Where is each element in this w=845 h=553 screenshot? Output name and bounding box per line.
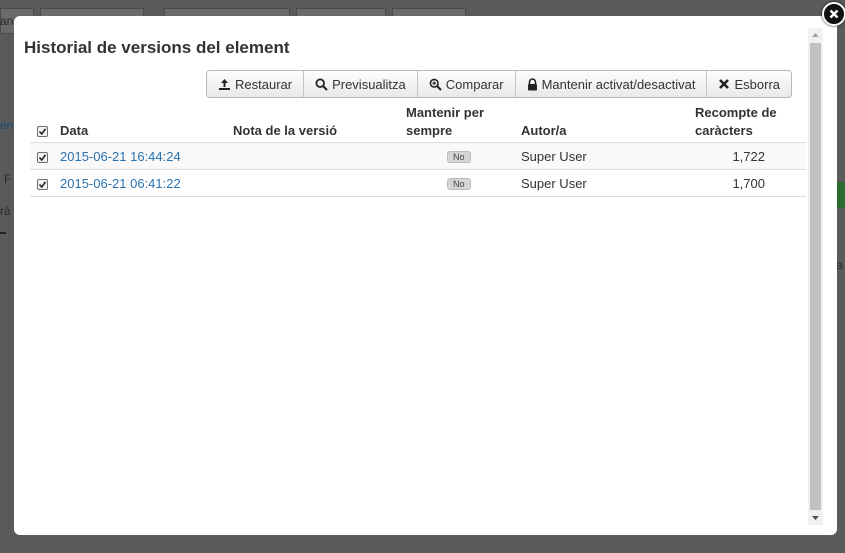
zoom-in-icon <box>429 78 442 91</box>
header-note: Nota de la versió <box>233 123 338 138</box>
table-header: Data Nota de la versió Mantenir per semp… <box>30 102 806 143</box>
header-date[interactable]: Data <box>60 122 88 140</box>
compare-label: Comparar <box>445 76 504 92</box>
version-author: Super User <box>521 176 587 191</box>
delete-label: Esborra <box>734 76 781 92</box>
checkmark-icon <box>38 154 47 162</box>
bg-text: a <box>836 258 843 272</box>
modal-title: Historial de versions del element <box>24 38 290 57</box>
modal-content: Historial de versions del element Restau… <box>14 16 806 535</box>
version-char-count: 1,722 <box>732 149 765 164</box>
toolbar: Restaurar Previsualitza Comparar Manteni… <box>206 70 793 98</box>
version-char-count: 1,700 <box>732 176 765 191</box>
version-date-link[interactable]: 2015-06-21 06:41:22 <box>60 175 181 192</box>
keep-forever-badge[interactable]: No <box>447 178 471 190</box>
keep-toggle-label: Mantenir activat/desactivat <box>541 76 696 92</box>
lock-icon <box>527 77 538 91</box>
restore-button[interactable]: Restaurar <box>207 71 305 97</box>
row-checkbox[interactable] <box>37 179 48 190</box>
header-keep-line1: Mantenir per <box>406 105 485 120</box>
scrollbar-thumb[interactable] <box>810 43 821 510</box>
bg-text: F <box>4 172 12 186</box>
delete-button[interactable]: Esborra <box>707 71 791 97</box>
upload-icon <box>218 78 231 91</box>
header-chars: Recompte de caràcters <box>695 104 777 140</box>
version-history-modal: Historial de versions del element Restau… <box>14 16 837 535</box>
bg-text: rà <box>0 204 11 218</box>
preview-button[interactable]: Previsualitza <box>304 71 418 97</box>
header-keep: Mantenir per sempre <box>406 104 484 140</box>
restore-label: Restaurar <box>235 76 293 92</box>
checkmark-icon <box>38 128 47 136</box>
scroll-up-arrow-icon[interactable] <box>808 28 823 42</box>
versions-table: Data Nota de la versió Mantenir per semp… <box>30 102 806 197</box>
table-row[interactable]: 2015-06-21 06:41:22 No Super User 1,700 <box>30 170 806 197</box>
version-date-link[interactable]: 2015-06-21 16:44:24 <box>60 148 181 165</box>
row-checkbox[interactable] <box>37 152 48 163</box>
checkmark-icon <box>38 181 47 189</box>
header-keep-line2: sempre <box>406 123 453 138</box>
vertical-scrollbar[interactable] <box>808 28 823 525</box>
preview-label: Previsualitza <box>332 76 406 92</box>
select-all-checkbox[interactable] <box>37 126 48 137</box>
table-row[interactable]: 2015-06-21 16:44:24 No Super User 1,722 <box>30 143 806 170</box>
header-chars-line2: caràcters <box>695 123 753 138</box>
close-icon <box>718 78 730 90</box>
search-icon <box>315 77 328 91</box>
modal-close-button[interactable] <box>822 2 845 26</box>
close-icon <box>829 9 839 19</box>
keep-forever-badge[interactable]: No <box>447 151 471 163</box>
header-author: Autor/a <box>521 123 567 138</box>
version-author: Super User <box>521 149 587 164</box>
header-chars-line1: Recompte de <box>695 105 777 120</box>
bg-divider <box>0 232 6 234</box>
scroll-down-arrow-icon[interactable] <box>808 511 823 525</box>
compare-button[interactable]: Comparar <box>418 71 516 97</box>
keep-toggle-button[interactable]: Mantenir activat/desactivat <box>516 71 708 97</box>
